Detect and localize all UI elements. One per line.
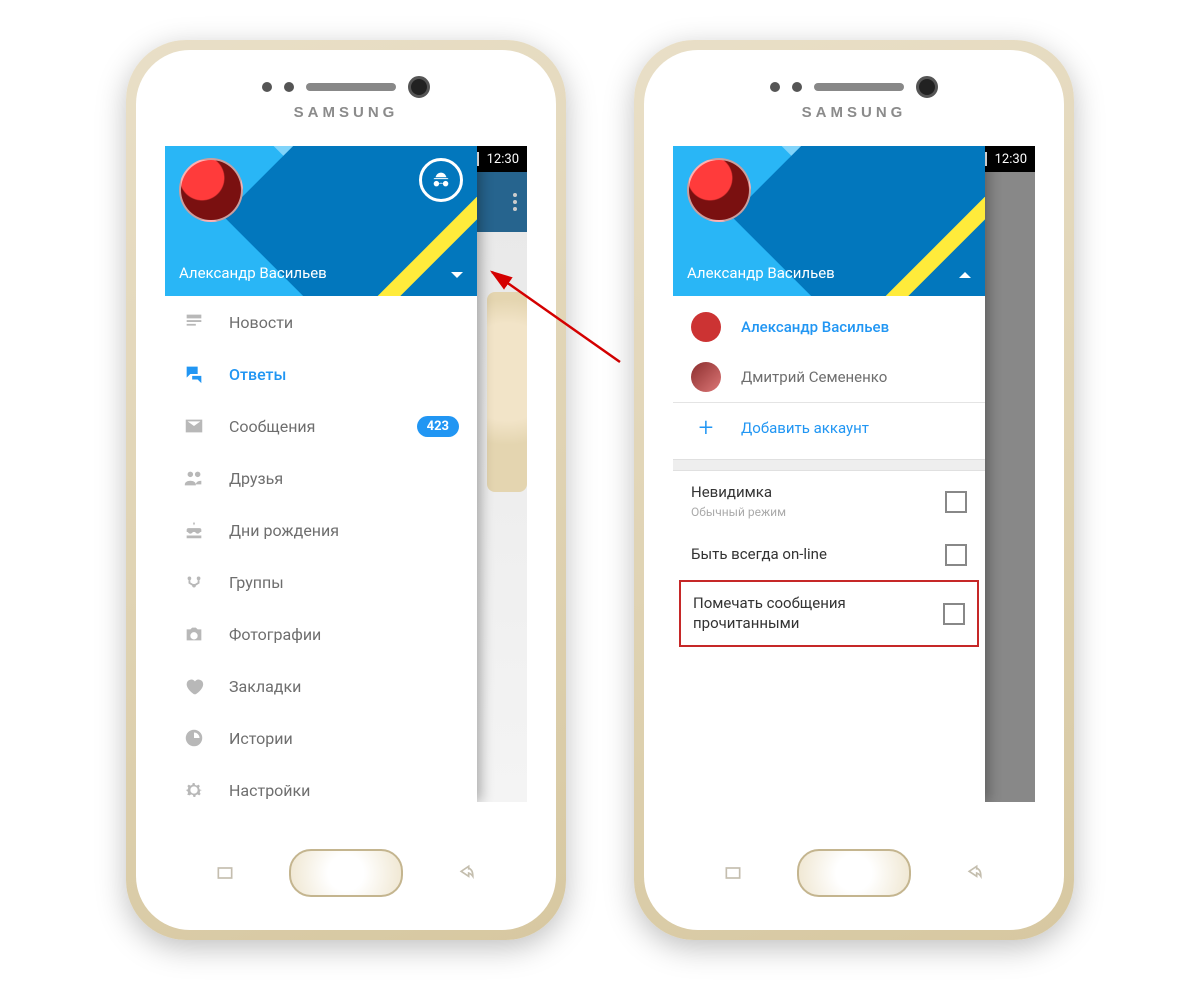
settings-icon [183,779,205,801]
menu-label: Дни рождения [229,521,459,540]
navigation-drawer: Александр Васильев Александр Васильев Дм… [673,146,985,802]
setting-label: Быть всегда on-line [691,545,827,563]
drawer-header[interactable]: Александр Васильев [165,146,477,296]
navigation-drawer: Александр Васильев Новости Ответы [165,146,477,802]
menu-item-birthdays[interactable]: Дни рождения [165,504,477,556]
highlight-box: Помечать сообщения прочитанными [679,580,979,647]
setting-mark-read[interactable]: Помечать сообщения прочитанными [681,582,977,645]
phone-mockup-right: SAMSUNG 12:30 Ал [634,40,1074,940]
drawer-user-name: Александр Васильев [179,264,327,282]
menu-label: Друзья [229,469,459,488]
account-name: Александр Васильев [741,318,889,336]
menu-item-bookmarks[interactable]: Закладки [165,660,477,712]
device-screen: 12:30 [165,146,527,802]
chevron-down-icon[interactable] [451,272,463,278]
back-button[interactable] [453,863,481,883]
news-icon [183,311,205,333]
menu-label: Группы [229,573,459,592]
device-top-hardware: SAMSUNG [136,50,556,146]
recent-apps-button[interactable] [719,863,747,883]
overflow-menu-icon[interactable] [513,193,517,211]
device-brand-label: SAMSUNG [802,104,907,121]
background-content [477,172,527,802]
bookmarks-icon [183,675,205,697]
device-top-hardware: SAMSUNG [644,50,1064,146]
setting-label: Помечать сообщения прочитанными [693,594,846,632]
photos-icon [183,623,205,645]
menu-label: Истории [229,729,459,748]
friends-icon [183,467,205,489]
phone-mockup-left: SAMSUNG 12:30 [126,40,566,940]
status-time: 12:30 [487,152,519,167]
stories-icon [183,727,205,749]
device-screen: 12:30 Александр Васильев [673,146,1035,802]
device-bottom-hardware [136,802,556,930]
avatar[interactable] [179,158,243,222]
account-item-primary[interactable]: Александр Васильев [673,302,985,352]
device-brand-label: SAMSUNG [294,104,399,121]
avatar[interactable] [687,158,751,222]
background-content [985,172,1035,802]
chevron-up-icon[interactable] [959,272,971,278]
setting-invisible[interactable]: Невидимка Обычный режим [673,471,985,532]
back-button[interactable] [961,863,989,883]
recent-apps-button[interactable] [211,863,239,883]
drawer-header[interactable]: Александр Васильев [673,146,985,296]
setting-sublabel: Обычный режим [691,505,933,521]
checkbox[interactable] [945,544,967,566]
add-account-button[interactable]: + Добавить аккаунт [673,403,985,453]
menu-label: Закладки [229,677,459,696]
menu-label: Настройки [229,781,459,800]
menu-item-photos[interactable]: Фотографии [165,608,477,660]
menu-item-messages[interactable]: Сообщения 423 [165,400,477,452]
replies-icon [183,363,205,385]
account-item-secondary[interactable]: Дмитрий Семененко [673,352,985,402]
account-name: Дмитрий Семененко [741,368,887,386]
incognito-icon[interactable] [419,158,463,202]
menu-item-settings[interactable]: Настройки [165,764,477,802]
menu-item-groups[interactable]: Группы [165,556,477,608]
messages-badge: 423 [417,416,459,437]
menu-item-replies[interactable]: Ответы [165,348,477,400]
menu-label: Новости [229,313,459,332]
groups-icon [183,571,205,593]
add-account-label: Добавить аккаунт [741,419,869,437]
accounts-list: Александр Васильев Дмитрий Семененко + Д… [673,296,985,459]
menu-item-friends[interactable]: Друзья [165,452,477,504]
home-button[interactable] [289,849,403,897]
avatar-small [691,312,721,342]
checkbox[interactable] [945,491,967,513]
menu-label: Сообщения [229,417,393,436]
birthdays-icon [183,519,205,541]
drawer-menu: Новости Ответы Сообщения 423 [165,296,477,802]
status-time: 12:30 [995,152,1027,167]
device-bottom-hardware [644,802,1064,930]
menu-item-news[interactable]: Новости [165,296,477,348]
menu-label: Фотографии [229,625,459,644]
section-divider [673,459,985,471]
setting-label: Невидимка [691,483,772,501]
home-button[interactable] [797,849,911,897]
avatar-small [691,362,721,392]
checkbox[interactable] [943,603,965,625]
drawer-user-name: Александр Васильев [687,264,835,282]
menu-label: Ответы [229,365,459,384]
menu-item-stories[interactable]: Истории [165,712,477,764]
setting-always-online[interactable]: Быть всегда on-line [673,532,985,578]
plus-icon: + [691,413,721,443]
messages-icon [183,415,205,437]
